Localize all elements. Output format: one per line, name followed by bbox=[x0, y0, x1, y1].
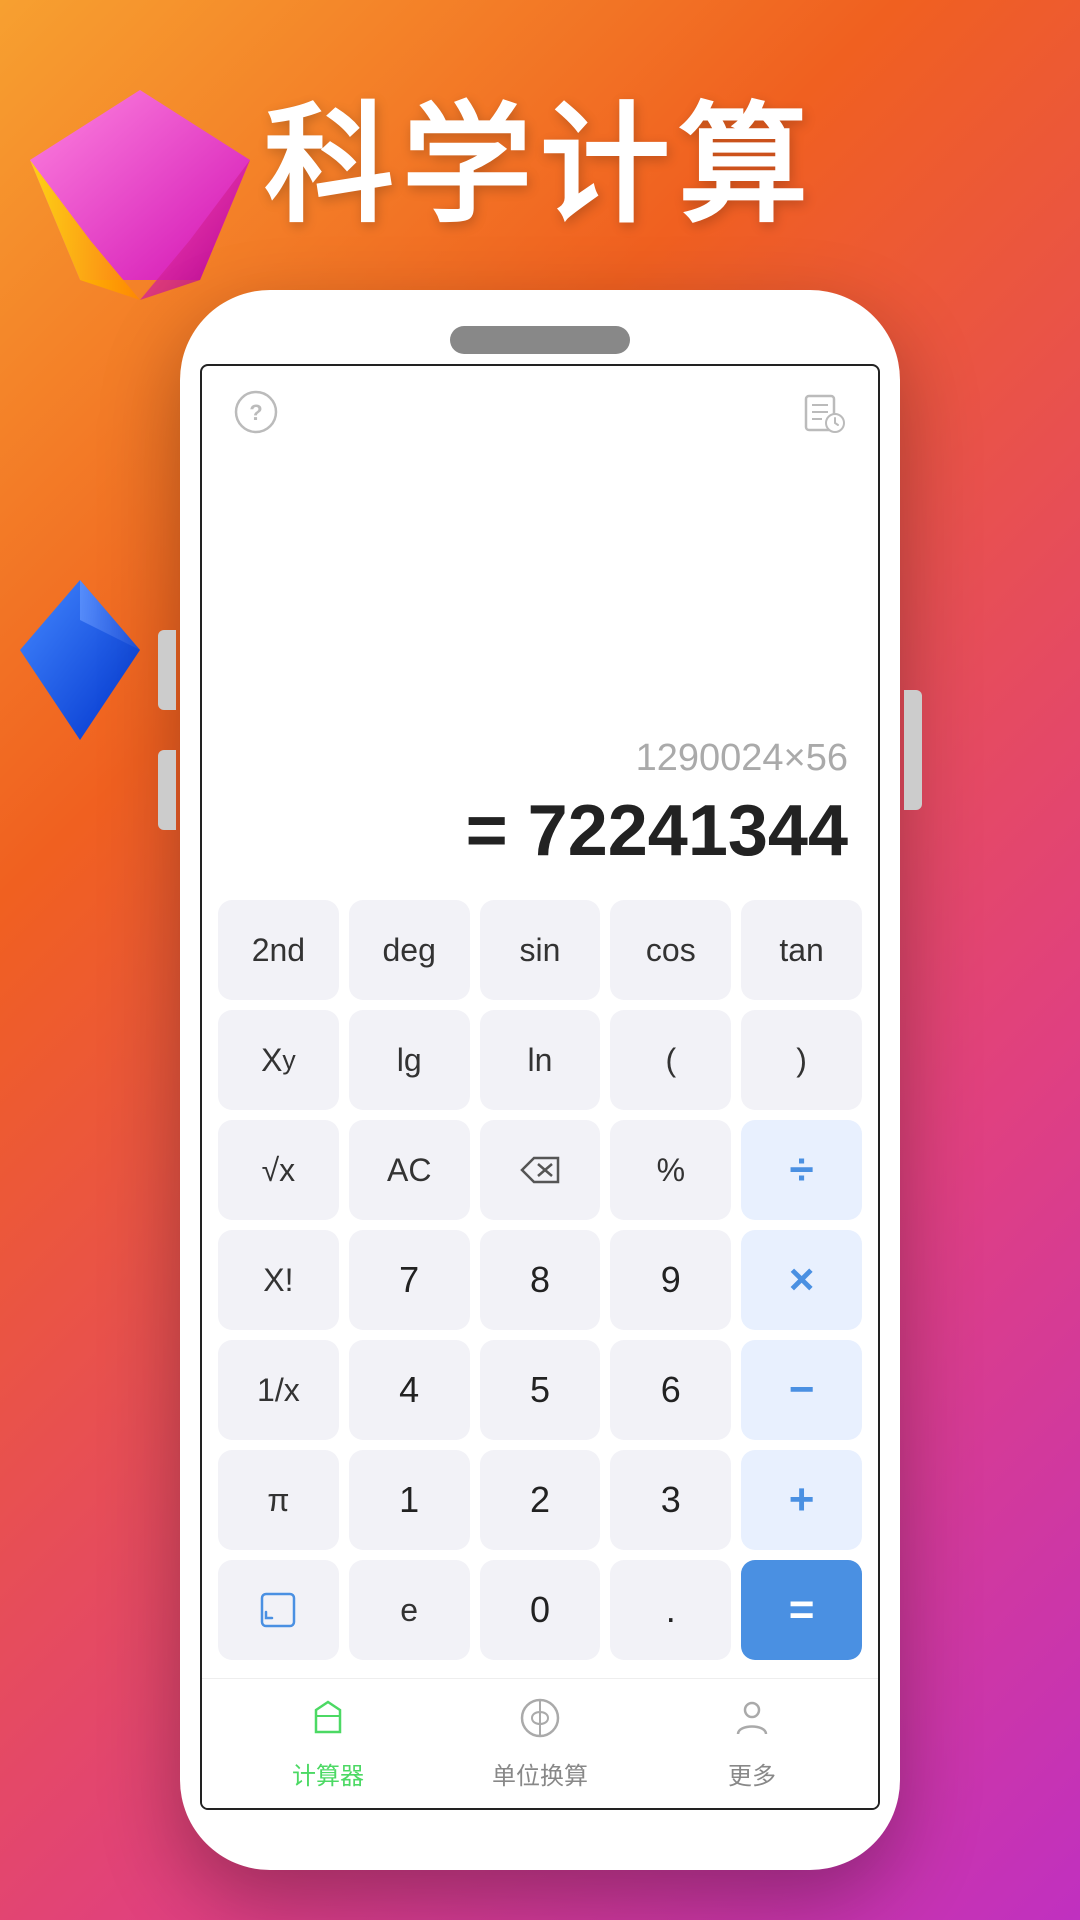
expression-display: 1290024×56 bbox=[636, 737, 848, 780]
bottom-nav: 计算器 单位换算 更多 bbox=[202, 1678, 878, 1808]
key-power[interactable]: Xy bbox=[218, 1010, 339, 1110]
page-title: 科学计算 bbox=[0, 60, 1080, 248]
nav-calculator[interactable]: 计算器 bbox=[222, 1696, 434, 1791]
calculator-nav-label: 计算器 bbox=[292, 1756, 364, 1791]
key-reciprocal[interactable]: 1/x bbox=[218, 1340, 339, 1440]
key-8[interactable]: 8 bbox=[480, 1230, 601, 1330]
key-decimal[interactable]: . bbox=[610, 1560, 731, 1660]
phone-screen: ? 1290024×56 = 72241344 bbox=[200, 364, 880, 1810]
svg-text:?: ? bbox=[249, 400, 262, 425]
nav-unit-converter[interactable]: 单位换算 bbox=[434, 1696, 646, 1791]
key-add[interactable]: + bbox=[741, 1450, 862, 1550]
key-5[interactable]: 5 bbox=[480, 1340, 601, 1440]
history-button[interactable] bbox=[798, 386, 850, 438]
unit-converter-nav-label: 单位换算 bbox=[492, 1756, 588, 1791]
key-sin[interactable]: sin bbox=[480, 900, 601, 1000]
unit-converter-nav-icon bbox=[518, 1696, 562, 1750]
side-button-volume-up bbox=[158, 630, 176, 710]
key-percent[interactable]: % bbox=[610, 1120, 731, 1220]
key-7[interactable]: 7 bbox=[349, 1230, 470, 1330]
key-factorial[interactable]: X! bbox=[218, 1230, 339, 1330]
key-equals[interactable]: = bbox=[741, 1560, 862, 1660]
key-multiply[interactable]: × bbox=[741, 1230, 862, 1330]
keypad-row-5: 1/x 4 5 6 − bbox=[218, 1340, 862, 1440]
page-title-area: 科学计算 bbox=[0, 60, 1080, 248]
keypad-row-1: 2nd deg sin cos tan bbox=[218, 900, 862, 1000]
key-sqrt[interactable]: √x bbox=[218, 1120, 339, 1220]
key-2[interactable]: 2 bbox=[480, 1450, 601, 1550]
key-close-paren[interactable]: ) bbox=[741, 1010, 862, 1110]
phone-mockup: ? 1290024×56 = 72241344 bbox=[180, 290, 900, 1870]
nav-more[interactable]: 更多 bbox=[646, 1696, 858, 1791]
calculator-nav-icon bbox=[306, 1696, 350, 1750]
phone-speaker bbox=[450, 326, 630, 354]
keypad-area: 2nd deg sin cos tan Xy lg ln ( ) √x AC bbox=[202, 892, 878, 1678]
key-2nd[interactable]: 2nd bbox=[218, 900, 339, 1000]
result-display: = 72241344 bbox=[466, 790, 848, 872]
key-euler[interactable]: e bbox=[349, 1560, 470, 1660]
key-subtract[interactable]: − bbox=[741, 1340, 862, 1440]
help-button[interactable]: ? bbox=[230, 386, 282, 438]
side-button-volume-down bbox=[158, 750, 176, 830]
key-format[interactable] bbox=[218, 1560, 339, 1660]
key-1[interactable]: 1 bbox=[349, 1450, 470, 1550]
screen-topbar: ? bbox=[202, 366, 878, 448]
key-tan[interactable]: tan bbox=[741, 900, 862, 1000]
key-ln[interactable]: ln bbox=[480, 1010, 601, 1110]
key-deg[interactable]: deg bbox=[349, 900, 470, 1000]
display-area: 1290024×56 = 72241344 bbox=[202, 448, 878, 892]
keypad-row-7: e 0 . = bbox=[218, 1560, 862, 1660]
decoration-diamond-left bbox=[0, 560, 160, 760]
key-cos[interactable]: cos bbox=[610, 900, 731, 1000]
key-0[interactable]: 0 bbox=[480, 1560, 601, 1660]
key-9[interactable]: 9 bbox=[610, 1230, 731, 1330]
more-nav-label: 更多 bbox=[728, 1756, 776, 1791]
key-4[interactable]: 4 bbox=[349, 1340, 470, 1440]
key-ac[interactable]: AC bbox=[349, 1120, 470, 1220]
key-6[interactable]: 6 bbox=[610, 1340, 731, 1440]
key-3[interactable]: 3 bbox=[610, 1450, 731, 1550]
key-backspace[interactable] bbox=[480, 1120, 601, 1220]
key-lg[interactable]: lg bbox=[349, 1010, 470, 1110]
side-button-power bbox=[904, 690, 922, 810]
keypad-row-4: X! 7 8 9 × bbox=[218, 1230, 862, 1330]
key-open-paren[interactable]: ( bbox=[610, 1010, 731, 1110]
keypad-row-6: π 1 2 3 + bbox=[218, 1450, 862, 1550]
keypad-row-3: √x AC % ÷ bbox=[218, 1120, 862, 1220]
more-nav-icon bbox=[730, 1696, 774, 1750]
key-divide[interactable]: ÷ bbox=[741, 1120, 862, 1220]
key-pi[interactable]: π bbox=[218, 1450, 339, 1550]
keypad-row-2: Xy lg ln ( ) bbox=[218, 1010, 862, 1110]
